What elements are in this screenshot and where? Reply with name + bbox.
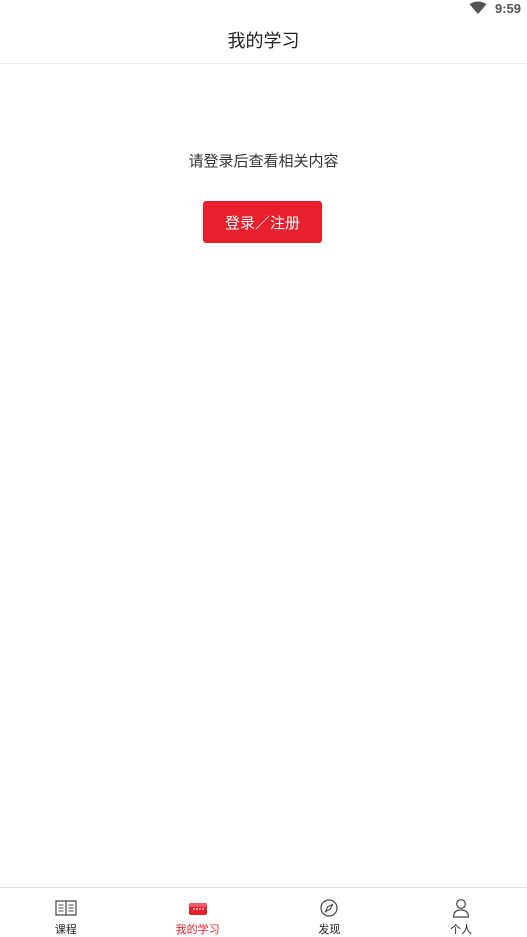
header: 我的学习 (0, 16, 527, 64)
book-icon (55, 900, 77, 916)
tab-bar: 课程 我的学习 发现 个人 (0, 887, 527, 937)
tab-discover[interactable]: 发现 (264, 888, 396, 937)
login-prompt: 请登录后查看相关内容 (188, 152, 339, 170)
tab-label-discover: 发现 (318, 923, 341, 936)
login-register-button[interactable]: 登录／注册 (203, 201, 322, 243)
tab-my-study[interactable]: 我的学习 (132, 888, 264, 937)
tab-profile[interactable]: 个人 (395, 888, 527, 937)
tab-courses[interactable]: 课程 (0, 888, 132, 937)
tab-label-profile: 个人 (450, 923, 473, 936)
app-screen: 9:59 我的学习 请登录后查看相关内容 登录／注册 课程 我的学习 发现 个人 (0, 0, 527, 937)
tab-label-my-study: 我的学习 (175, 923, 220, 936)
status-bar: 9:59 (0, 0, 527, 16)
compass-icon (320, 899, 338, 917)
status-time: 9:59 (494, 0, 521, 16)
wifi-icon (469, 1, 487, 14)
tab-label-courses: 课程 (54, 923, 77, 936)
main-content: 请登录后查看相关内容 登录／注册 (0, 64, 527, 887)
study-icon (188, 903, 207, 915)
person-icon (453, 899, 470, 918)
page-title: 我的学习 (227, 30, 300, 52)
